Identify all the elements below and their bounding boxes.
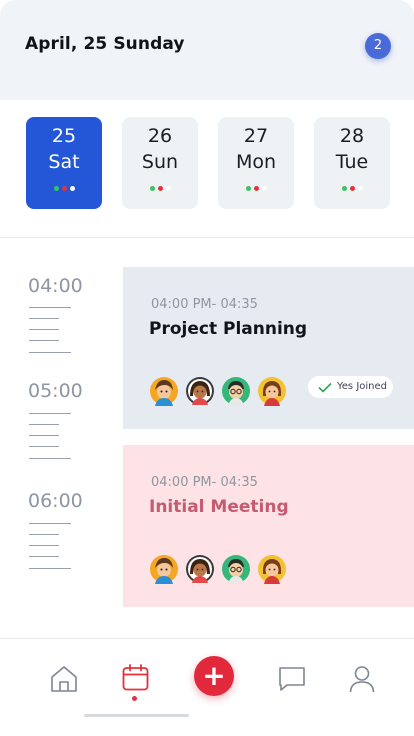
avatar: [222, 377, 250, 406]
date-selector: 25 Sat 26 Sun 27 Mon 28 Tue: [0, 117, 414, 209]
date-card-26[interactable]: 26 Sun: [122, 117, 198, 209]
page-title: April, 25 Sunday: [25, 34, 185, 54]
date-weekday: Tue: [335, 151, 369, 173]
avatar: [258, 555, 286, 584]
home-indicator: [84, 714, 189, 717]
avatar: [222, 555, 250, 584]
date-weekday: Sun: [141, 151, 179, 173]
timeline-tick: [29, 556, 59, 557]
timeline-tick: [29, 340, 59, 341]
date-card-28[interactable]: 28 Tue: [314, 117, 390, 209]
chat-icon[interactable]: [278, 666, 306, 692]
date-weekday: Sat: [48, 151, 80, 173]
event-dots: [26, 183, 102, 191]
time-label: 05:00: [28, 380, 83, 402]
date-number: 26: [147, 125, 173, 147]
notification-badge[interactable]: 2: [365, 33, 391, 59]
profile-icon[interactable]: [349, 665, 375, 693]
time-label: 06:00: [28, 490, 83, 512]
avatar: [186, 377, 214, 405]
header: April, 25 Sunday 2: [0, 0, 414, 100]
event-dots: [314, 183, 390, 191]
event-time: 04:00 PM- 04:35: [151, 475, 258, 490]
timeline-tick: [29, 424, 59, 425]
active-indicator-dot: [132, 696, 137, 701]
event-time: 04:00 PM- 04:35: [151, 297, 258, 312]
avatar: [150, 377, 178, 406]
joined-status-label: Yes Joined: [337, 381, 388, 392]
event-dots: [122, 183, 198, 191]
date-card-27[interactable]: 27 Mon: [218, 117, 294, 209]
calendar-icon[interactable]: [122, 664, 149, 691]
timeline-tick: [29, 307, 71, 308]
avatar: [150, 555, 178, 584]
home-icon[interactable]: [50, 665, 78, 693]
timeline-tick: [29, 413, 71, 414]
time-label: 04:00: [28, 275, 83, 297]
date-weekday: Mon: [235, 151, 277, 173]
timeline-tick: [29, 446, 59, 447]
timeline-tick: [29, 568, 71, 569]
date-number: 27: [243, 125, 269, 147]
timeline-tick: [29, 545, 59, 546]
joined-status-badge[interactable]: Yes Joined: [308, 376, 393, 398]
timeline-tick: [29, 523, 71, 524]
timeline-tick: [29, 458, 71, 459]
avatar: [258, 377, 286, 406]
date-number: 28: [339, 125, 365, 147]
check-icon: [318, 382, 332, 393]
avatar: [186, 555, 214, 583]
timeline-tick: [29, 329, 59, 330]
add-event-button[interactable]: +: [194, 656, 234, 696]
timeline-tick: [29, 318, 59, 319]
event-card-initial-meeting[interactable]: 04:00 PM- 04:35 Initial Meeting: [123, 445, 414, 607]
event-title: Project Planning: [149, 319, 308, 339]
timeline-tick: [29, 435, 59, 436]
timeline-tick: [29, 352, 71, 353]
divider: [0, 237, 414, 238]
date-card-25[interactable]: 25 Sat: [26, 117, 102, 209]
event-card-project-planning[interactable]: 04:00 PM- 04:35 Project Planning Yes Joi…: [123, 267, 414, 429]
bottom-nav: +: [0, 639, 414, 736]
timeline-tick: [29, 534, 59, 535]
date-number: 25: [51, 125, 77, 147]
event-title: Initial Meeting: [149, 497, 289, 517]
event-dots: [218, 183, 294, 191]
